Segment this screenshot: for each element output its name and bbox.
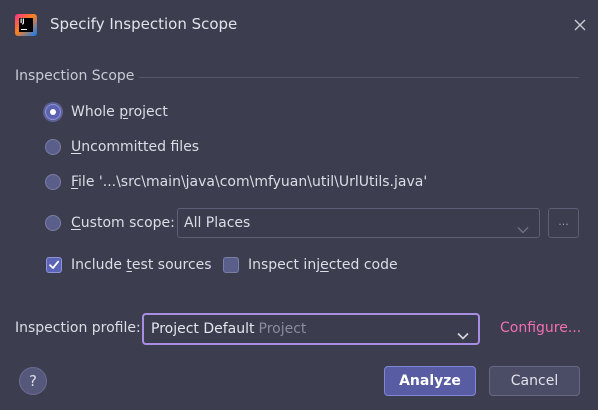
inspection-profile-label: Inspection profile: <box>15 320 141 336</box>
help-button[interactable]: ? <box>19 367 47 395</box>
checkbox-checked[interactable] <box>46 257 62 273</box>
radio-current-file[interactable]: File '...\src\main\java\com\mfyuan\util\… <box>45 172 427 192</box>
custom-scope-value: All Places <box>184 215 251 231</box>
radio-label-whole-project: Whole project <box>71 104 168 120</box>
dialog-title: Specify Inspection Scope <box>50 15 238 33</box>
radio-custom-scope[interactable]: Custom scope: <box>45 213 175 233</box>
checkbox-label-inspect-injected-code: Inspect injected code <box>248 257 398 273</box>
inspection-profile-dropdown[interactable]: Project Default Project <box>142 313 480 345</box>
radio-label-current-file: File '...\src\main\java\com\mfyuan\util\… <box>71 174 428 190</box>
inspection-scope-dialog: IJ Specify Inspection Scope Inspection S… <box>0 0 598 410</box>
radio-button[interactable] <box>45 139 61 155</box>
checkbox-label-include-test-sources: Include test sources <box>71 257 212 273</box>
intellij-logo-icon: IJ <box>15 14 37 36</box>
chevron-down-icon <box>517 219 529 238</box>
section-divider <box>139 77 579 78</box>
radio-button[interactable] <box>45 215 61 231</box>
profile-selected-value: Project Default Project <box>151 321 307 337</box>
radio-uncommitted-files[interactable]: Uncommitted files <box>45 137 199 157</box>
close-icon[interactable] <box>572 17 588 33</box>
browse-scope-button[interactable]: ... <box>548 208 579 238</box>
radio-label-custom-scope: Custom scope: <box>71 215 175 231</box>
checkbox-inspect-injected-code[interactable]: Inspect injected code <box>223 255 398 275</box>
checkbox-unchecked[interactable] <box>223 257 239 273</box>
checkmark-icon <box>49 260 60 269</box>
configure-link[interactable]: Configure... <box>500 320 581 336</box>
custom-scope-dropdown[interactable]: All Places <box>177 208 540 238</box>
analyze-button[interactable]: Analyze <box>384 366 476 396</box>
radio-button[interactable] <box>45 174 61 190</box>
cancel-button[interactable]: Cancel <box>489 366 580 396</box>
section-title-inspection-scope: Inspection Scope <box>15 68 135 84</box>
radio-label-uncommitted-files: Uncommitted files <box>71 139 200 155</box>
radio-button-checked[interactable] <box>45 104 61 120</box>
title-bar: IJ Specify Inspection Scope <box>0 0 598 50</box>
radio-whole-project[interactable]: Whole project <box>45 102 168 122</box>
chevron-down-icon <box>457 325 469 344</box>
checkbox-include-test-sources[interactable]: Include test sources <box>46 255 212 275</box>
